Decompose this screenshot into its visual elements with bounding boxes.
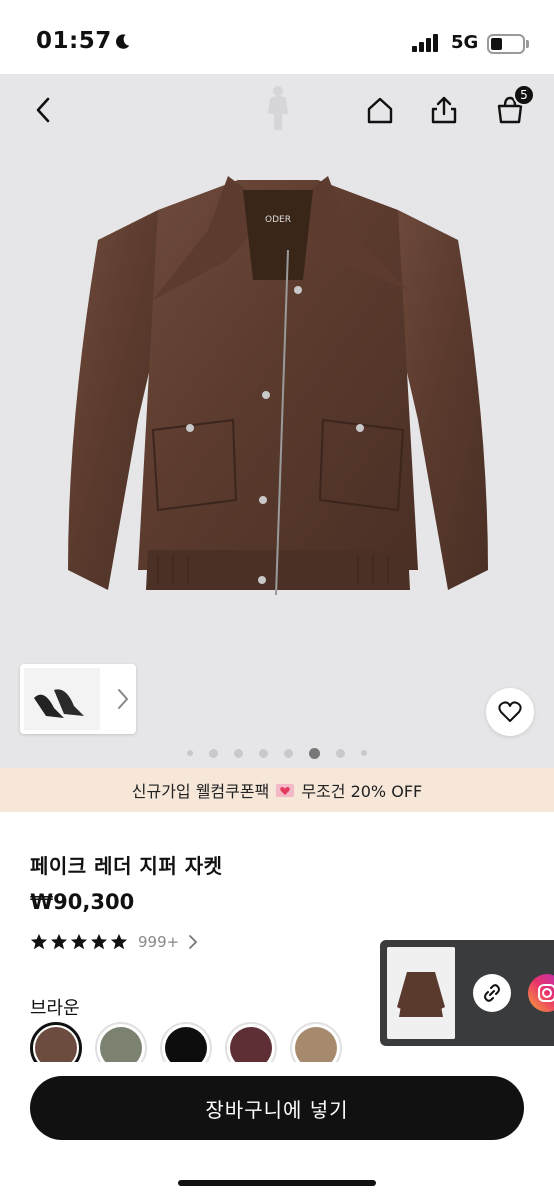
gallery-pagination: [0, 746, 554, 760]
back-button[interactable]: [22, 88, 66, 132]
model-figure-icon: [268, 86, 288, 130]
product-price: ₩90,300: [30, 890, 135, 914]
star-icon: [30, 933, 48, 950]
product-gallery[interactable]: ODER: [0, 74, 554, 768]
cart-count-badge: 5: [513, 84, 535, 106]
status-bar: 01:57 5G: [0, 0, 554, 74]
share-product-thumbnail[interactable]: [387, 947, 455, 1039]
promo-banner[interactable]: 신규가입 웰컴쿠폰팩 무조건 20% OFF: [0, 768, 554, 812]
share-icon: [431, 96, 457, 124]
pagination-dot[interactable]: [336, 748, 345, 758]
home-button[interactable]: [358, 88, 402, 132]
product-image[interactable]: ODER: [58, 170, 498, 640]
pagination-dot[interactable]: [234, 748, 243, 758]
link-icon: [484, 984, 500, 1002]
battery-icon: [487, 34, 525, 54]
thumbnail-strip[interactable]: [20, 664, 136, 734]
instagram-share-button[interactable]: [528, 974, 554, 1012]
review-count: 999+: [138, 933, 180, 951]
home-indicator[interactable]: [178, 1180, 376, 1186]
status-time: 01:57: [36, 28, 112, 54]
pagination-dot[interactable]: [361, 750, 367, 756]
product-title: 페이크 레더 지퍼 자켓: [30, 854, 223, 878]
pagination-dot[interactable]: [259, 748, 268, 758]
chevron-right-icon[interactable]: [114, 686, 132, 712]
color-swatches: [30, 1022, 370, 1074]
heart-icon: [498, 701, 522, 722]
back-icon: [36, 97, 50, 123]
rating-row[interactable]: 999+: [30, 932, 199, 952]
pagination-dot[interactable]: [284, 748, 293, 758]
thumbnail-shoes[interactable]: [24, 668, 100, 730]
star-icon: [70, 933, 88, 950]
star-icon: [90, 933, 108, 950]
network-type: 5G: [451, 32, 479, 53]
brand-label: ODER: [265, 215, 291, 225]
battery-nub: [526, 40, 529, 48]
share-button[interactable]: [422, 88, 466, 132]
copy-link-button[interactable]: [473, 974, 511, 1012]
selected-color-label: 브라운: [30, 998, 80, 1019]
floating-share-panel: [380, 940, 554, 1046]
instagram-icon: [538, 984, 554, 1002]
signal-icon: [412, 34, 442, 52]
wishlist-button[interactable]: [486, 688, 534, 736]
home-icon: [367, 97, 393, 124]
promo-text-suffix: 무조건 20% OFF: [301, 782, 423, 801]
heart-letter-icon: [276, 784, 295, 797]
pagination-dot[interactable]: [209, 748, 218, 758]
moon-icon: [116, 34, 130, 49]
star-icon: [110, 933, 128, 950]
pagination-dot[interactable]: [187, 750, 193, 756]
pagination-dot[interactable]: [309, 747, 320, 759]
add-to-cart-button[interactable]: 장바구니에 넣기: [30, 1076, 524, 1140]
promo-text-prefix: 신규가입 웰컴쿠폰팩: [131, 782, 270, 801]
star-rating: [30, 933, 130, 951]
chevron-right-icon: [189, 935, 198, 949]
star-icon: [50, 933, 68, 950]
